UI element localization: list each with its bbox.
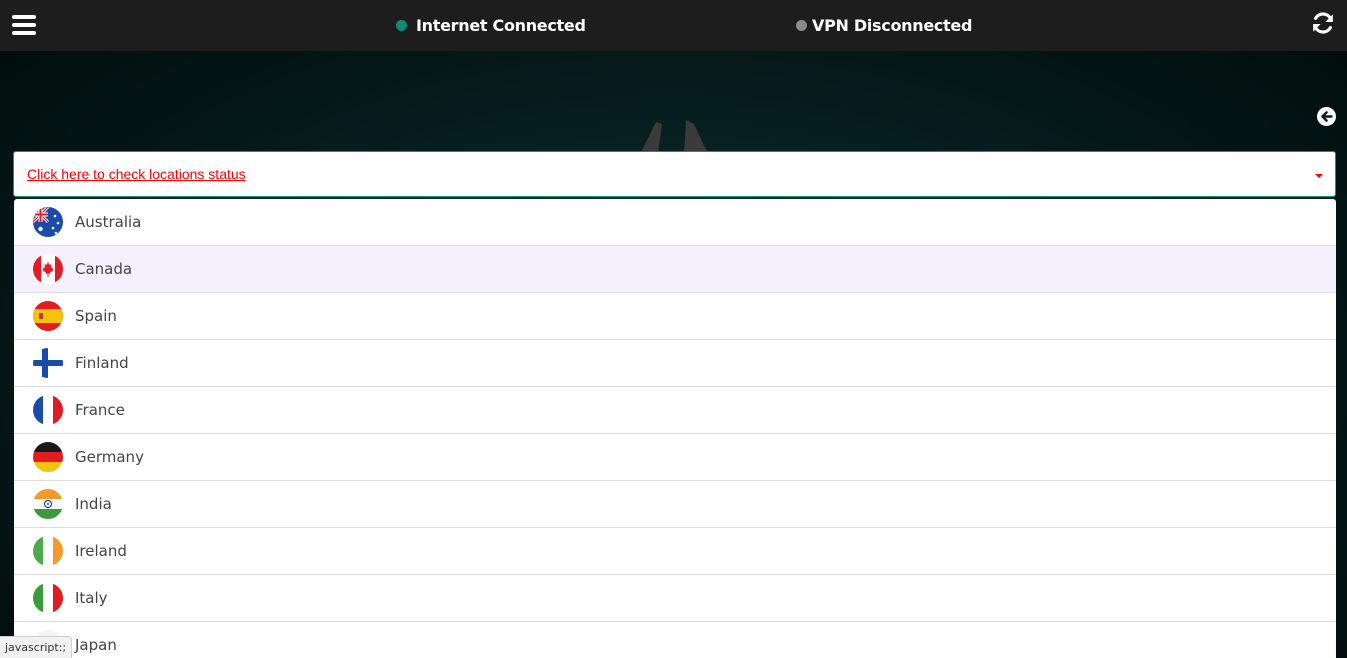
- top-bar: Internet Connected VPN Disconnected: [0, 0, 1347, 51]
- location-item-canada[interactable]: Canada: [14, 246, 1336, 293]
- location-name: Ireland: [75, 542, 127, 560]
- location-item-ireland[interactable]: Ireland: [14, 528, 1336, 575]
- location-name: Italy: [75, 589, 108, 607]
- dropdown-caret-icon[interactable]: [1315, 174, 1323, 178]
- location-name: Spain: [75, 307, 117, 325]
- back-arrow-icon[interactable]: [1317, 107, 1336, 126]
- france-flag-icon: [33, 395, 63, 425]
- location-name: France: [75, 401, 125, 419]
- location-name: Australia: [75, 213, 142, 231]
- location-name: Canada: [75, 260, 133, 278]
- location-name: Finland: [75, 354, 129, 372]
- vpn-app: Internet Connected VPN Disconnected Clic…: [0, 0, 1347, 658]
- hamburger-menu-icon[interactable]: [12, 15, 36, 37]
- browser-status-bar: javascript:;: [0, 636, 73, 658]
- internet-status-label: Internet Connected: [416, 15, 586, 35]
- location-name: Japan: [75, 636, 117, 654]
- location-name: Germany: [75, 448, 144, 466]
- india-flag-icon: [33, 489, 63, 519]
- finland-flag-icon: [33, 348, 63, 378]
- germany-flag-icon: [33, 442, 63, 472]
- vpn-status: VPN Disconnected: [796, 14, 972, 36]
- check-locations-status-link[interactable]: Click here to check locations status: [27, 166, 246, 182]
- italy-flag-icon: [33, 583, 63, 613]
- location-status-select[interactable]: Click here to check locations status: [13, 151, 1336, 197]
- internet-status-dot: [396, 19, 407, 31]
- location-name: India: [75, 495, 112, 513]
- location-item-germany[interactable]: Germany: [14, 434, 1336, 481]
- location-list: Australia Canada Spain Finland France Ge…: [14, 199, 1336, 658]
- location-item-finland[interactable]: Finland: [14, 340, 1336, 387]
- location-item-australia[interactable]: Australia: [14, 199, 1336, 246]
- internet-status: Internet Connected: [396, 14, 586, 36]
- spain-flag-icon: [33, 301, 63, 331]
- vpn-status-label: VPN Disconnected: [812, 15, 973, 35]
- app-logo-icon: [636, 120, 712, 154]
- location-item-france[interactable]: France: [14, 387, 1336, 434]
- location-item-italy[interactable]: Italy: [14, 575, 1336, 622]
- refresh-icon[interactable]: [1311, 11, 1335, 35]
- australia-flag-icon: [33, 207, 63, 237]
- canada-flag-icon: [33, 254, 63, 284]
- location-item-india[interactable]: India: [14, 481, 1336, 528]
- vpn-status-dot: [796, 19, 807, 31]
- location-item-spain[interactable]: Spain: [14, 293, 1336, 340]
- location-item-japan[interactable]: Japan: [14, 622, 1336, 658]
- ireland-flag-icon: [33, 536, 63, 566]
